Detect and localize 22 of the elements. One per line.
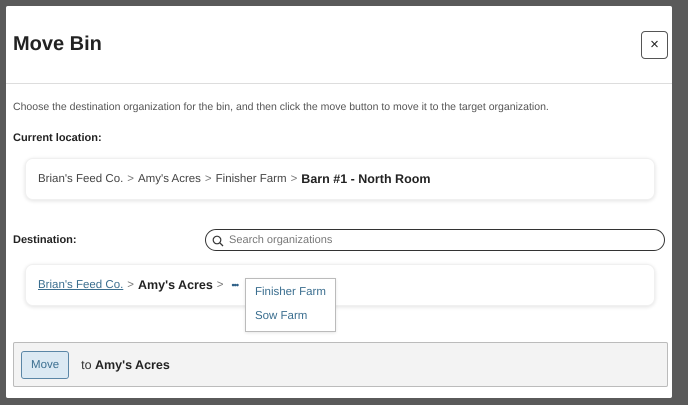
- breadcrumb-separator: >: [127, 279, 134, 291]
- breadcrumb-separator: >: [127, 173, 134, 185]
- breadcrumb-item: Finisher Farm: [216, 173, 287, 185]
- move-summary: to Amy's Acres: [81, 358, 170, 372]
- close-button[interactable]: ×: [641, 30, 668, 58]
- more-button[interactable]: •••: [230, 280, 240, 290]
- move-button[interactable]: Move: [21, 350, 70, 378]
- dialog-title: Move Bin: [13, 33, 102, 56]
- menu-item[interactable]: Finisher Farm: [246, 281, 335, 305]
- breadcrumb-link[interactable]: Brian's Feed Co.: [38, 279, 124, 291]
- destination-label: Destination:: [13, 234, 78, 246]
- current-breadcrumb: Amy's Acres: [138, 278, 213, 292]
- breadcrumb-item: Brian's Feed Co.: [38, 173, 124, 185]
- current-location-label: Current location:: [13, 132, 103, 144]
- menu-item[interactable]: Sow Farm: [246, 305, 335, 329]
- breadcrumb-separator: >: [204, 173, 212, 185]
- breadcrumb-separator: >: [290, 173, 298, 185]
- instructions-text: Choose the destination organization for the bin, and then click the move button to move it to the target organization.: [13, 101, 550, 113]
- current-breadcrumb: Barn #1 - North Room: [301, 172, 430, 186]
- search-field[interactable]: Search organizations: [205, 229, 665, 251]
- breadcrumb-separator: >: [216, 279, 224, 291]
- breadcrumb-item: Amy's Acres: [138, 173, 201, 185]
